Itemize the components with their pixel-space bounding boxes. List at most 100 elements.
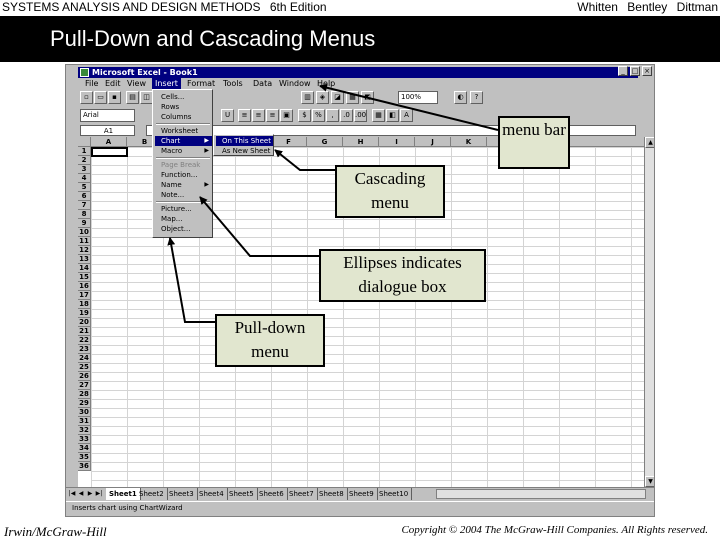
scroll-up-icon[interactable]: ▲ — [645, 137, 654, 148]
row-header[interactable]: 10 — [78, 228, 91, 237]
row-header[interactable]: 27 — [78, 381, 91, 390]
row-header[interactable]: 26 — [78, 372, 91, 381]
insert-menu-item[interactable]: Note... — [155, 190, 212, 200]
row-header[interactable]: 11 — [78, 237, 91, 246]
menu-view[interactable]: View — [124, 78, 149, 89]
font-select[interactable]: Arial — [80, 109, 135, 122]
tipwizard-icon[interactable]: ◐ — [454, 91, 467, 104]
row-header[interactable]: 30 — [78, 408, 91, 417]
new-icon[interactable]: ▫ — [80, 91, 93, 104]
row-header[interactable]: 13 — [78, 255, 91, 264]
horizontal-scrollbar[interactable] — [436, 489, 646, 499]
column-header[interactable]: A — [91, 137, 127, 147]
row-header[interactable]: 25 — [78, 363, 91, 372]
map-icon[interactable]: ◈ — [316, 91, 329, 104]
insert-menu-item[interactable]: Worksheet — [155, 126, 212, 136]
textbox-icon[interactable]: ▦ — [346, 91, 359, 104]
drawing-icon[interactable]: ◪ — [331, 91, 344, 104]
increase-decimal-icon[interactable]: .0 — [340, 109, 353, 122]
decrease-decimal-icon[interactable]: .00 — [354, 109, 367, 122]
sheet-tab[interactable]: Sheet9 — [346, 488, 378, 500]
wordart-icon[interactable]: ◩ — [361, 91, 374, 104]
row-header[interactable]: 35 — [78, 453, 91, 462]
insert-menu-item[interactable]: Chart ▶ — [155, 136, 212, 146]
row-header[interactable]: 5 — [78, 183, 91, 192]
row-header[interactable]: 9 — [78, 219, 91, 228]
row-header[interactable]: 28 — [78, 390, 91, 399]
insert-menu-item[interactable]: Columns — [155, 112, 212, 122]
open-icon[interactable]: ▭ — [94, 91, 107, 104]
align-center-icon[interactable]: ≡ — [252, 109, 265, 122]
row-header[interactable]: 17 — [78, 291, 91, 300]
column-header[interactable]: G — [307, 137, 343, 147]
scroll-down-icon[interactable]: ▼ — [645, 476, 654, 487]
help-pointer-icon[interactable]: ? — [470, 91, 483, 104]
comma-icon[interactable]: , — [326, 109, 339, 122]
row-header[interactable]: 24 — [78, 354, 91, 363]
chartwizard-icon[interactable]: ▥ — [301, 91, 314, 104]
column-header[interactable]: H — [343, 137, 379, 147]
menu-format[interactable]: Format — [184, 78, 218, 89]
row-header[interactable]: 6 — [78, 192, 91, 201]
fill-color-icon[interactable]: ◧ — [386, 109, 399, 122]
borders-icon[interactable]: ▦ — [372, 109, 385, 122]
active-cell[interactable] — [91, 147, 128, 157]
underline-icon[interactable]: U — [221, 109, 234, 122]
row-header[interactable]: 20 — [78, 318, 91, 327]
name-box[interactable]: A1 — [80, 125, 135, 136]
row-header[interactable]: 7 — [78, 201, 91, 210]
minimize-icon[interactable]: _ — [618, 66, 628, 76]
sheet-tab[interactable]: Sheet7 — [286, 488, 318, 500]
menu-insert[interactable]: Insert — [152, 78, 181, 89]
row-header[interactable]: 16 — [78, 282, 91, 291]
row-header[interactable]: 3 — [78, 165, 91, 174]
row-header[interactable]: 18 — [78, 300, 91, 309]
row-header[interactable]: 19 — [78, 309, 91, 318]
currency-icon[interactable]: $ — [298, 109, 311, 122]
row-header[interactable]: 23 — [78, 345, 91, 354]
prev-sheet-icon[interactable]: ◀ — [77, 489, 85, 499]
column-header[interactable]: J — [415, 137, 451, 147]
percent-icon[interactable]: % — [312, 109, 325, 122]
row-header[interactable]: 12 — [78, 246, 91, 255]
maximize-icon[interactable]: □ — [630, 66, 640, 76]
row-header[interactable]: 4 — [78, 174, 91, 183]
row-header[interactable]: 33 — [78, 435, 91, 444]
menu-window[interactable]: Window — [276, 78, 314, 89]
column-header[interactable]: I — [379, 137, 415, 147]
row-header[interactable]: 34 — [78, 444, 91, 453]
first-sheet-icon[interactable]: |◀ — [68, 489, 76, 499]
insert-menu-item[interactable]: Cells... — [155, 92, 212, 102]
align-left-icon[interactable]: ≡ — [238, 109, 251, 122]
row-header[interactable]: 14 — [78, 264, 91, 273]
sheet-tab[interactable]: Sheet3 — [166, 488, 198, 500]
font-color-icon[interactable]: A — [400, 109, 413, 122]
insert-menu-item[interactable]: Name ▶ — [155, 180, 212, 190]
menu-data[interactable]: Data — [250, 78, 275, 89]
row-header[interactable]: 1 — [78, 147, 91, 156]
row-header[interactable]: 21 — [78, 327, 91, 336]
sheet-tab[interactable]: Sheet2 — [136, 488, 168, 500]
menu-edit[interactable]: Edit — [102, 78, 124, 89]
insert-menu-item[interactable]: Object... — [155, 224, 212, 234]
insert-menu-item[interactable]: Function... — [155, 170, 212, 180]
next-sheet-icon[interactable]: ▶ — [86, 489, 94, 499]
row-header[interactable]: 2 — [78, 156, 91, 165]
last-sheet-icon[interactable]: ▶| — [95, 489, 103, 499]
vertical-scrollbar[interactable]: ▲ ▼ — [644, 137, 654, 487]
sheet-tab[interactable]: Sheet5 — [226, 488, 258, 500]
insert-menu-item[interactable]: Map... — [155, 214, 212, 224]
row-header[interactable]: 29 — [78, 399, 91, 408]
merge-center-icon[interactable]: ▣ — [280, 109, 293, 122]
column-header[interactable]: F — [271, 137, 307, 147]
insert-menu-item[interactable]: Picture... — [155, 204, 212, 214]
save-icon[interactable]: ▪ — [108, 91, 121, 104]
sheet-tab[interactable]: Sheet4 — [196, 488, 228, 500]
menu-help[interactable]: Help — [314, 78, 338, 89]
print-icon[interactable]: ▤ — [126, 91, 139, 104]
chart-submenu-item[interactable]: On This Sheet — [216, 136, 273, 146]
chart-submenu-item[interactable]: As New Sheet — [216, 146, 273, 156]
close-icon[interactable]: × — [642, 66, 652, 76]
sheet-tab[interactable]: Sheet8 — [316, 488, 348, 500]
row-header[interactable]: 31 — [78, 417, 91, 426]
